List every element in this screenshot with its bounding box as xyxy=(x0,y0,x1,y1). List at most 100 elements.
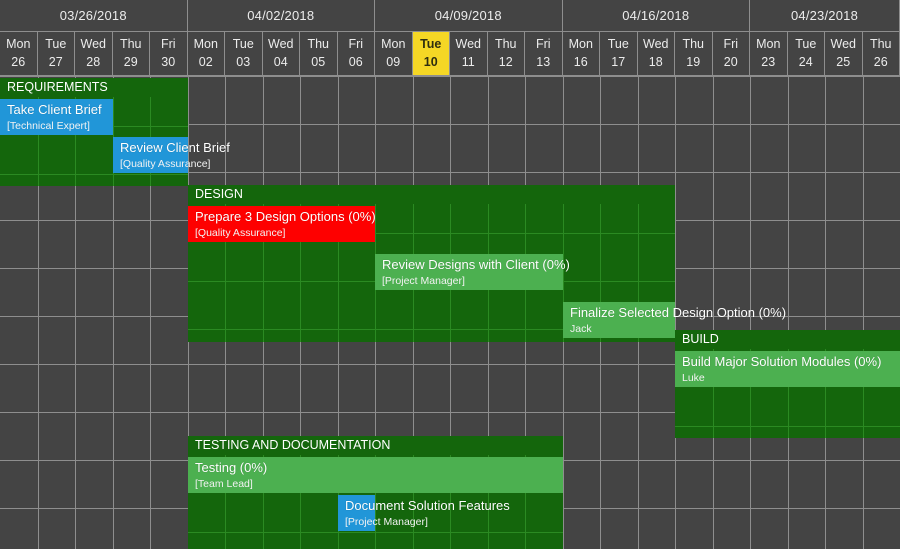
day-number-label: 30 xyxy=(161,54,176,69)
day-number-label: 04 xyxy=(273,54,288,69)
day-header-cell[interactable]: Thu 05 xyxy=(300,32,338,76)
day-header-cell[interactable]: Wed 25 xyxy=(825,32,863,76)
task-bar-prepare-3-design-options[interactable]: Prepare 3 Design Options (0%) [Quality As… xyxy=(188,206,376,242)
day-header-cell[interactable]: Wed 04 xyxy=(262,32,300,76)
week-header-cell: 04/16/2018 xyxy=(562,0,750,32)
day-number-label: 29 xyxy=(123,54,138,69)
task-bar-document-solution-features[interactable]: Document Solution Features [Project Manag… xyxy=(338,495,510,531)
day-header-cell[interactable]: Wed 28 xyxy=(75,32,113,76)
day-header-cell[interactable]: Wed 11 xyxy=(450,32,488,76)
task-name-label: Review Client Brief xyxy=(120,140,230,155)
task-resource-label: Luke xyxy=(682,372,705,384)
day-of-week-label: Thu xyxy=(494,36,517,51)
day-of-week-label: Mon xyxy=(6,36,31,51)
day-number-label: 09 xyxy=(386,54,401,69)
day-header-cell[interactable]: Fri 30 xyxy=(150,32,188,76)
timeline-week-header: 03/26/2018 04/02/2018 04/09/2018 04/16/2018… xyxy=(0,0,900,32)
task-bar-testing[interactable]: Testing (0%) [Team Lead] xyxy=(188,457,563,493)
day-number-label: 20 xyxy=(723,54,738,69)
day-number-label: 05 xyxy=(311,54,326,69)
task-name-label: Take Client Brief xyxy=(7,102,102,117)
day-of-week-label: Tue xyxy=(795,36,817,51)
day-header-cell[interactable]: Thu 12 xyxy=(487,32,525,76)
day-of-week-label: Wed xyxy=(268,36,294,51)
task-bar-build-major-solution-modules[interactable]: Build Major Solution Modules (0%) Luke xyxy=(675,351,900,387)
day-header-cell[interactable]: Mon 16 xyxy=(562,32,600,76)
task-resource-label: [Quality Assurance] xyxy=(120,158,211,170)
day-header-cell[interactable]: Thu 29 xyxy=(112,32,150,76)
timeline-day-header: Mon 26 Tue 27 Wed 28 Thu 29 Fri 30 Mon 02 Tue 03 Wed 04… xyxy=(0,32,900,76)
task-bar-review-client-brief[interactable]: Review Client Brief [Quality Assurance] xyxy=(113,137,230,173)
day-number-label: 25 xyxy=(836,54,851,69)
day-number-label: 23 xyxy=(761,54,776,69)
task-resource-label: [Team Lead] xyxy=(195,478,253,490)
day-of-week-label: Thu xyxy=(682,36,705,51)
day-of-week-label: Tue xyxy=(420,36,442,51)
day-header-cell[interactable]: Mon 26 xyxy=(0,32,38,76)
day-header-cell[interactable]: Mon 23 xyxy=(750,32,788,76)
day-of-week-label: Thu xyxy=(869,36,892,51)
day-number-label: 26 xyxy=(873,54,888,69)
gantt-grid-body: REQUIREMENTS DESIGN BUILD TESTING AND DOCUM… xyxy=(0,76,900,549)
day-header-cell[interactable]: Thu 19 xyxy=(675,32,713,76)
day-header-cell[interactable]: Fri 20 xyxy=(712,32,750,76)
day-header-cell[interactable]: Tue 24 xyxy=(787,32,825,76)
grid-column-line xyxy=(788,76,789,549)
day-number-label: 11 xyxy=(461,54,475,69)
week-header-cell: 03/26/2018 xyxy=(0,0,188,32)
day-of-week-label: Thu xyxy=(119,36,142,51)
task-resource-label: [Technical Expert] xyxy=(7,120,90,132)
day-number-label: 17 xyxy=(611,54,626,69)
day-number-label: 28 xyxy=(86,54,101,69)
day-header-cell[interactable]: Mon 02 xyxy=(187,32,225,76)
task-bar-take-client-brief[interactable]: Take Client Brief [Technical Expert] xyxy=(0,99,113,135)
day-number-label: 27 xyxy=(48,54,63,69)
grid-column-line xyxy=(825,76,826,549)
task-name-label: Build Major Solution Modules (0%) xyxy=(682,354,882,369)
day-header-cell[interactable]: Tue 17 xyxy=(600,32,638,76)
day-header-cell-today[interactable]: Tue 10 xyxy=(412,32,450,76)
task-name-label: Document Solution Features xyxy=(345,498,510,513)
group-row-line xyxy=(675,426,900,427)
day-number-label: 19 xyxy=(686,54,701,69)
task-resource-label: [Project Manager] xyxy=(345,516,428,528)
task-name-label: Review Designs with Client (0%) xyxy=(382,257,570,272)
day-header-cell[interactable]: Mon 09 xyxy=(375,32,413,76)
day-header-cell[interactable]: Wed 18 xyxy=(637,32,675,76)
day-number-label: 13 xyxy=(536,54,551,69)
group-row-line xyxy=(0,174,188,175)
group-label: DESIGN xyxy=(195,187,243,201)
day-number-label: 26 xyxy=(11,54,26,69)
day-header-cell[interactable]: Fri 13 xyxy=(525,32,563,76)
day-of-week-label: Tue xyxy=(232,36,254,51)
group-label: TESTING AND DOCUMENTATION xyxy=(195,438,391,452)
day-number-label: 12 xyxy=(498,54,513,69)
day-of-week-label: Tue xyxy=(607,36,629,51)
week-header-cell: 04/02/2018 xyxy=(187,0,375,32)
group-row-line xyxy=(188,532,563,533)
day-of-week-label: Mon xyxy=(381,36,406,51)
day-of-week-label: Mon xyxy=(193,36,218,51)
day-number-label: 16 xyxy=(573,54,588,69)
group-label: BUILD xyxy=(682,332,719,346)
task-resource-label: Jack xyxy=(570,323,592,335)
day-number-label: 10 xyxy=(423,54,438,69)
day-of-week-label: Wed xyxy=(455,36,481,51)
day-header-cell[interactable]: Fri 06 xyxy=(337,32,375,76)
day-of-week-label: Thu xyxy=(307,36,330,51)
day-header-cell[interactable]: Thu 26 xyxy=(862,32,900,76)
day-of-week-label: Fri xyxy=(160,36,176,51)
day-number-label: 03 xyxy=(236,54,251,69)
group-label: REQUIREMENTS xyxy=(7,80,108,94)
day-of-week-label: Mon xyxy=(756,36,781,51)
day-header-cell[interactable]: Tue 27 xyxy=(37,32,75,76)
week-header-cell: 04/23/2018 xyxy=(750,0,900,32)
day-of-week-label: Tue xyxy=(45,36,67,51)
task-name-label: Finalize Selected Design Option (0%) xyxy=(570,305,787,320)
day-header-cell[interactable]: Tue 03 xyxy=(225,32,263,76)
task-bar-finalize-selected-design-option[interactable]: Finalize Selected Design Option (0%) Jack xyxy=(563,302,786,338)
day-number-label: 06 xyxy=(348,54,363,69)
task-bar-review-designs-with-client[interactable]: Review Designs with Client (0%) [Project … xyxy=(375,254,570,290)
gantt-chart: 03/26/2018 04/02/2018 04/09/2018 04/16/2018… xyxy=(0,0,900,549)
task-name-label: Testing (0%) xyxy=(195,460,268,475)
